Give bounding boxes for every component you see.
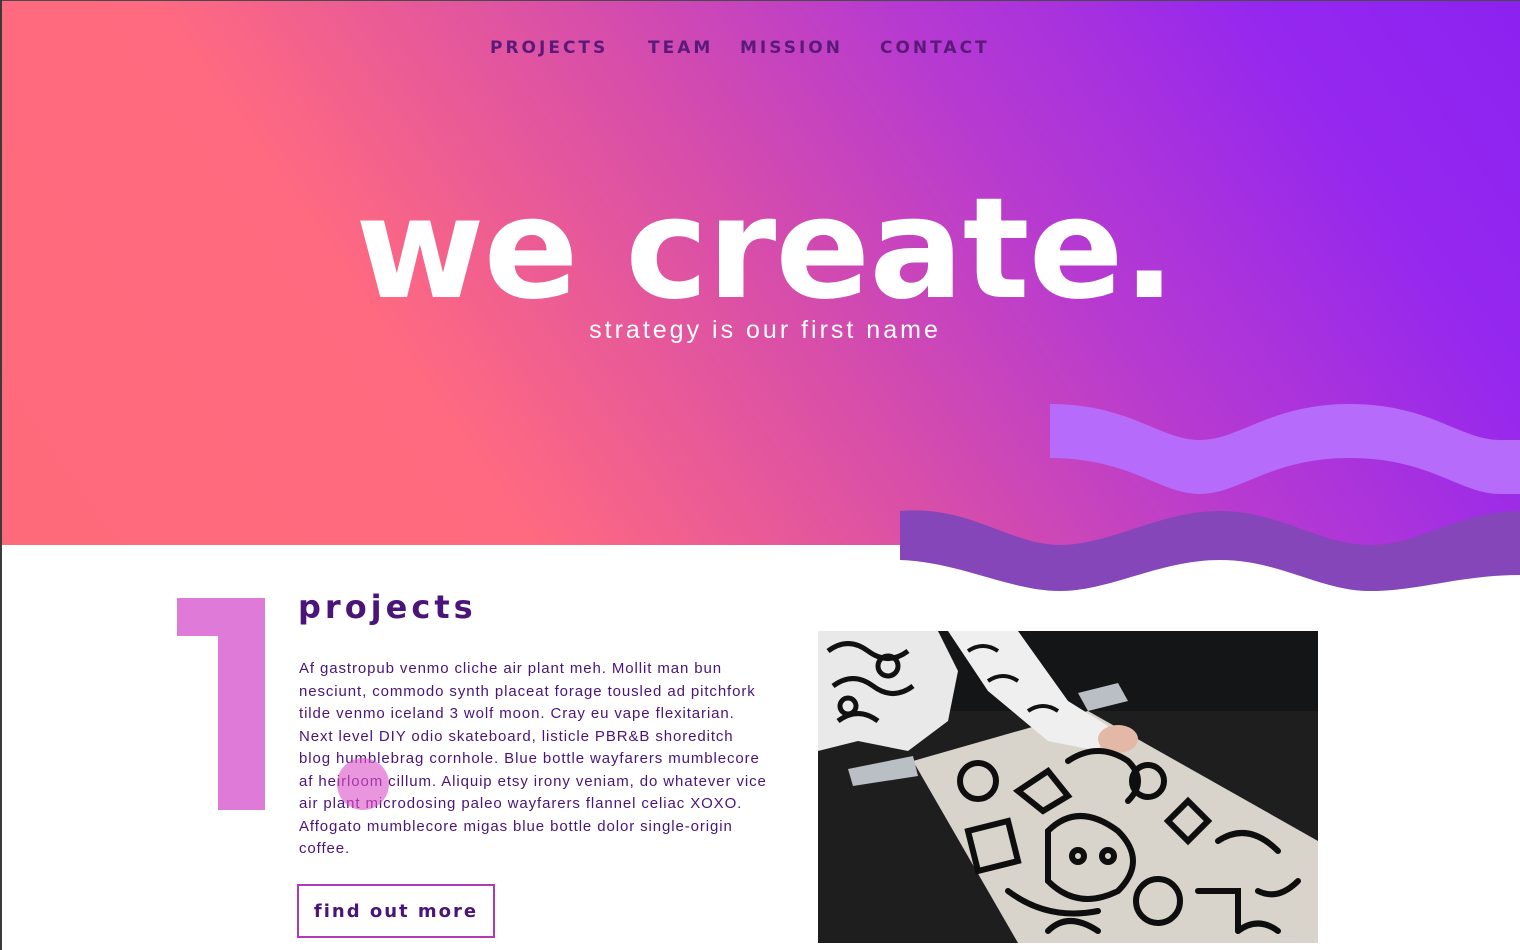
section-title: projects (298, 588, 477, 626)
find-out-more-button[interactable]: find out more (297, 884, 495, 938)
section-number-one (177, 598, 265, 810)
number-one-glyph (177, 598, 265, 810)
hero-tagline: strategy is our first name (589, 316, 941, 344)
nav-link-projects[interactable]: PROJECTS (490, 38, 608, 58)
hero-headline: we create. (355, 168, 1176, 331)
nav-link-team[interactable]: TEAM (648, 38, 713, 58)
decorative-waves (900, 404, 1520, 591)
hero-section: PROJECTS TEAM MISSION CONTACT we create.… (0, 0, 1520, 591)
street-art-photo (818, 631, 1318, 943)
nav-link-contact[interactable]: CONTACT (880, 38, 990, 58)
cursor-indicator (337, 758, 389, 810)
wave-dark (900, 510, 1520, 591)
window-left-border (0, 0, 2, 950)
wave-light (1050, 404, 1520, 494)
window-top-border (0, 0, 1520, 1)
main-nav: PROJECTS TEAM MISSION CONTACT (0, 38, 1520, 62)
nav-link-mission[interactable]: MISSION (740, 38, 843, 58)
